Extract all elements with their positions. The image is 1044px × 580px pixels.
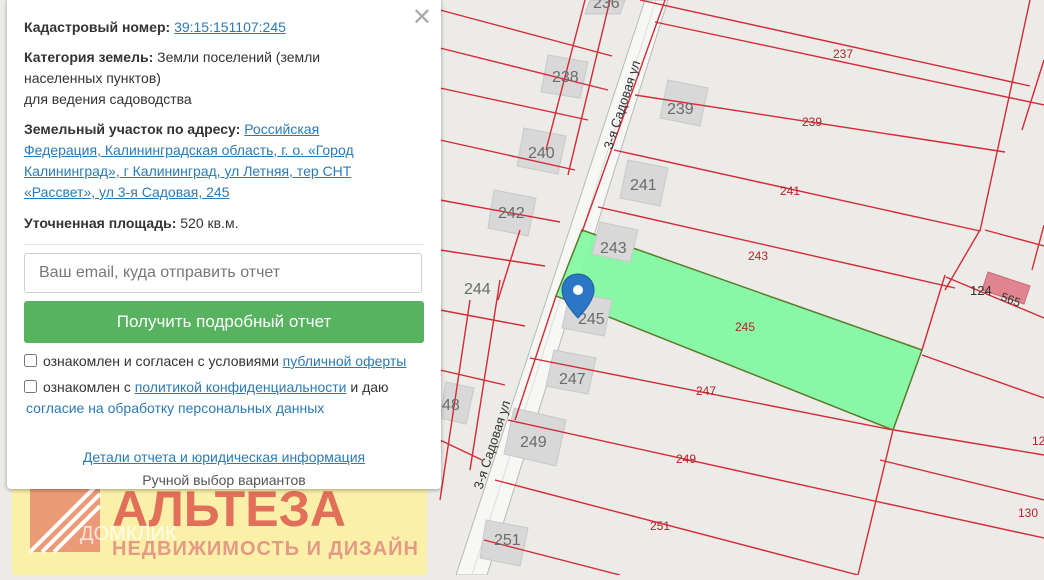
address-link[interactable]: Российская <box>244 121 319 137</box>
svg-text:238: 238 <box>552 69 579 86</box>
category-value-line2: населенных пунктов) <box>24 70 161 86</box>
divider <box>24 244 424 245</box>
watermark-overlay: ДОМКЛИК <box>80 523 177 545</box>
svg-text:243: 243 <box>748 249 768 263</box>
address-link[interactable]: Калининград», г Калининград, ул Летняя, … <box>24 163 351 179</box>
privacy-consent-text: ознакомлен с политикой конфиденциальност… <box>43 379 389 395</box>
svg-text:239: 239 <box>667 101 694 118</box>
cadastral-number-link[interactable]: 39:15:151107:245 <box>174 19 286 35</box>
land-usage: для ведения садоводства <box>24 91 192 107</box>
parcel-info-panel: ✕ Кадастровый номер: 39:15:151107:245 Ка… <box>7 0 441 489</box>
personal-data-consent-link[interactable]: согласие на обработку персональных данны… <box>26 400 324 416</box>
report-details-link[interactable]: Детали отчета и юридическая информация <box>83 449 365 465</box>
area-label: Уточненная площадь: <box>24 215 177 231</box>
category-label: Категория земель: <box>24 49 154 65</box>
area-row: Уточненная площадь: 520 кв.м. <box>24 213 424 234</box>
svg-text:241: 241 <box>780 184 800 198</box>
svg-text:236: 236 <box>593 0 620 12</box>
details-row: Детали отчета и юридическая информация <box>24 447 424 468</box>
svg-text:237: 237 <box>833 47 853 61</box>
svg-text:245: 245 <box>735 320 755 334</box>
svg-text:124: 124 <box>970 283 992 298</box>
cadastral-label: Кадастровый номер: <box>24 19 171 35</box>
privacy-consent[interactable]: ознакомлен с политикой конфиденциальност… <box>24 377 424 398</box>
get-report-button[interactable]: Получить подробный отчет <box>24 301 424 343</box>
svg-text:48: 48 <box>442 397 460 414</box>
email-field[interactable] <box>24 253 422 293</box>
svg-text:249: 249 <box>520 434 547 451</box>
svg-text:244: 244 <box>464 281 491 298</box>
area-value: 520 кв.м. <box>180 215 239 231</box>
offer-consent[interactable]: ознакомлен и согласен с условиями публич… <box>24 351 424 372</box>
svg-text:241: 241 <box>630 177 657 194</box>
offer-consent-text: ознакомлен и согласен с условиями публич… <box>43 353 407 369</box>
privacy-policy-link[interactable]: политикой конфиденциальности <box>135 379 347 395</box>
cadastral-row: Кадастровый номер: 39:15:151107:245 <box>24 17 424 38</box>
offer-consent-checkbox[interactable] <box>24 354 37 367</box>
manual-select[interactable]: Ручной выбор вариантов <box>24 470 424 491</box>
category-row: Категория земель: Земли поселений (земли… <box>24 47 424 110</box>
svg-text:251: 251 <box>494 532 521 549</box>
svg-text:12: 12 <box>1032 434 1044 448</box>
address-label: Земельный участок по адресу: <box>24 121 241 137</box>
svg-text:249: 249 <box>676 452 696 466</box>
svg-text:251: 251 <box>650 519 670 533</box>
address-row: Земельный участок по адресу: Российская … <box>24 119 424 203</box>
privacy-consent-checkbox[interactable] <box>24 380 37 393</box>
address-link[interactable]: Федерация, Калининградская область, г. о… <box>24 142 354 158</box>
data-consent-row: согласие на обработку персональных данны… <box>26 398 424 419</box>
svg-text:239: 239 <box>802 115 822 129</box>
address-link[interactable]: «Рассвет», ул 3-я Садовая, 245 <box>24 184 230 200</box>
svg-text:240: 240 <box>528 145 555 162</box>
svg-text:242: 242 <box>498 205 525 222</box>
svg-text:243: 243 <box>600 240 627 257</box>
svg-text:247: 247 <box>559 371 586 388</box>
public-offer-link[interactable]: публичной оферты <box>283 353 407 369</box>
svg-text:247: 247 <box>696 384 716 398</box>
category-value: Земли поселений (земли <box>157 49 321 65</box>
svg-text:130: 130 <box>1018 506 1038 520</box>
